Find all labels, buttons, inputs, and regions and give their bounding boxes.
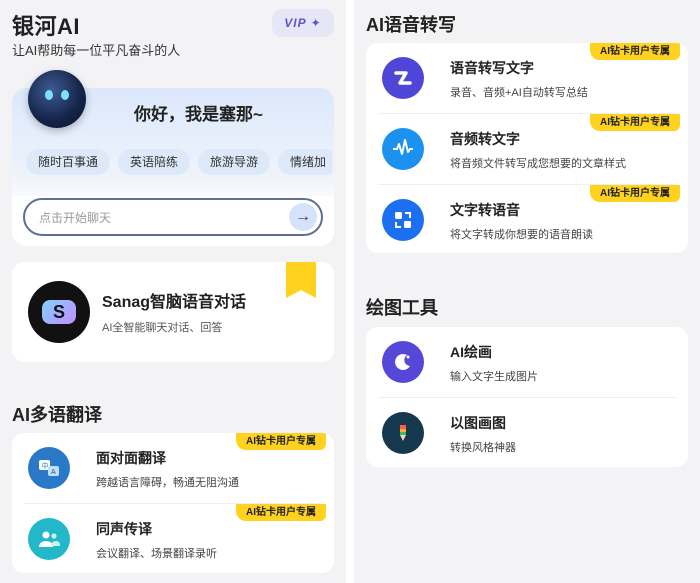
item-title: 文字转语音 [450, 202, 520, 218]
list-item-ai-painting[interactable]: AI绘画 输入文字生成图片 [366, 327, 688, 397]
vip-badge: AI钻卡用户专属 [590, 114, 680, 131]
transcribe-icon [382, 57, 424, 99]
item-desc: 录音、音频+AI自动转写总结 [450, 87, 588, 99]
chip-0[interactable]: 随时百事通 [26, 149, 111, 175]
list-item-audio-to-text[interactable]: 音频转文字 将音频文件转写成您想要的文章样式 AI钻卡用户专属 [366, 114, 688, 184]
people-icon [28, 518, 70, 560]
chip-2[interactable]: 旅游导游 [198, 149, 271, 175]
section-title-translate: AI多语翻译 [12, 405, 102, 425]
panel-divider [346, 0, 354, 583]
translate-icon: 中A [28, 447, 70, 489]
item-desc: 将文字转成你想要的语音朗读 [450, 229, 593, 241]
app-subtitle: 让AI帮助每一位平凡奋斗的人 [12, 43, 181, 58]
left-panel: 银河AI 让AI帮助每一位平凡奋斗的人 VIP ✦ 你好，我是塞那~ 随时百事通… [0, 0, 346, 583]
item-desc: 转换风格神器 [450, 442, 516, 454]
pencil-icon [382, 412, 424, 454]
vip-badge: AI钻卡用户专属 [236, 504, 326, 521]
section-title-drawing: 绘图工具 [366, 298, 438, 318]
item-title: 音频转文字 [450, 131, 520, 147]
send-arrow-icon[interactable]: → [289, 203, 317, 231]
list-item-speech-to-text[interactable]: 语音转写文字 录音、音频+AI自动转写总结 AI钻卡用户专属 [366, 43, 688, 113]
item-title: 同声传译 [96, 521, 152, 537]
sanag-card[interactable]: S Sanag智脑语音对话 AI全智能聊天对话、回答 [12, 262, 334, 362]
list-item-face-translate[interactable]: 中A 面对面翻译 跨越语言障碍，畅通无阻沟通 AI钻卡用户专属 [12, 433, 334, 503]
sanag-title: Sanag智脑语音对话 [102, 294, 247, 311]
section-title-transcribe: AI语音转写 [366, 15, 456, 35]
bookmark-icon [286, 262, 316, 298]
chat-input[interactable] [37, 208, 271, 228]
vip-star-icon: ✦ [310, 16, 322, 30]
right-panel: AI语音转写 语音转写文字 录音、音频+AI自动转写总结 AI钻卡用户专属 音频… [354, 0, 700, 583]
vip-button[interactable]: VIP ✦ [272, 9, 334, 37]
chip-3[interactable]: 情绪加 [278, 149, 332, 175]
suggestion-chips: 随时百事通 英语陪练 旅游导游 情绪加 [26, 149, 332, 175]
list-item-simultaneous[interactable]: 同声传译 会议翻译、场景翻译录听 AI钻卡用户专属 [12, 504, 334, 573]
transcribe-card: 语音转写文字 录音、音频+AI自动转写总结 AI钻卡用户专属 音频转文字 将音频… [366, 43, 688, 253]
vip-badge: AI钻卡用户专属 [590, 185, 680, 202]
item-desc: 将音频文件转写成您想要的文章样式 [450, 158, 626, 170]
robot-avatar-icon [28, 70, 86, 128]
svg-text:中: 中 [42, 461, 49, 470]
sanag-logo-icon: S [28, 281, 90, 343]
translate-card: 中A 面对面翻译 跨越语言障碍，畅通无阻沟通 AI钻卡用户专属 同声传译 会议翻… [12, 433, 334, 573]
vip-badge: AI钻卡用户专属 [590, 43, 680, 60]
item-title: 语音转写文字 [450, 60, 534, 76]
list-item-image-to-image[interactable]: 以图画图 转换风格神器 [366, 398, 688, 467]
greeting-text: 你好，我是塞那~ [134, 105, 263, 124]
app-title: 银河AI [12, 14, 81, 39]
item-title: AI绘画 [450, 344, 492, 360]
moon-brush-icon [382, 341, 424, 383]
item-desc: 会议翻译、场景翻译录听 [96, 548, 217, 560]
convert-icon [382, 199, 424, 241]
waveform-icon [382, 128, 424, 170]
chat-search-bar[interactable]: → [23, 198, 323, 236]
chip-1[interactable]: 英语陪练 [118, 149, 191, 175]
drawing-card: AI绘画 输入文字生成图片 以图画图 转换风格神器 [366, 327, 688, 467]
vip-badge: AI钻卡用户专属 [236, 433, 326, 450]
item-desc: 跨越语言障碍，畅通无阻沟通 [96, 477, 239, 489]
sanag-desc: AI全智能聊天对话、回答 [102, 322, 223, 334]
item-title: 以图画图 [450, 415, 506, 431]
item-desc: 输入文字生成图片 [450, 371, 538, 383]
vip-label: VIP [284, 16, 307, 30]
svg-text:A: A [51, 468, 56, 476]
item-title: 面对面翻译 [96, 450, 166, 466]
list-item-text-to-speech[interactable]: 文字转语音 将文字转成你想要的语音朗读 AI钻卡用户专属 [366, 185, 688, 253]
